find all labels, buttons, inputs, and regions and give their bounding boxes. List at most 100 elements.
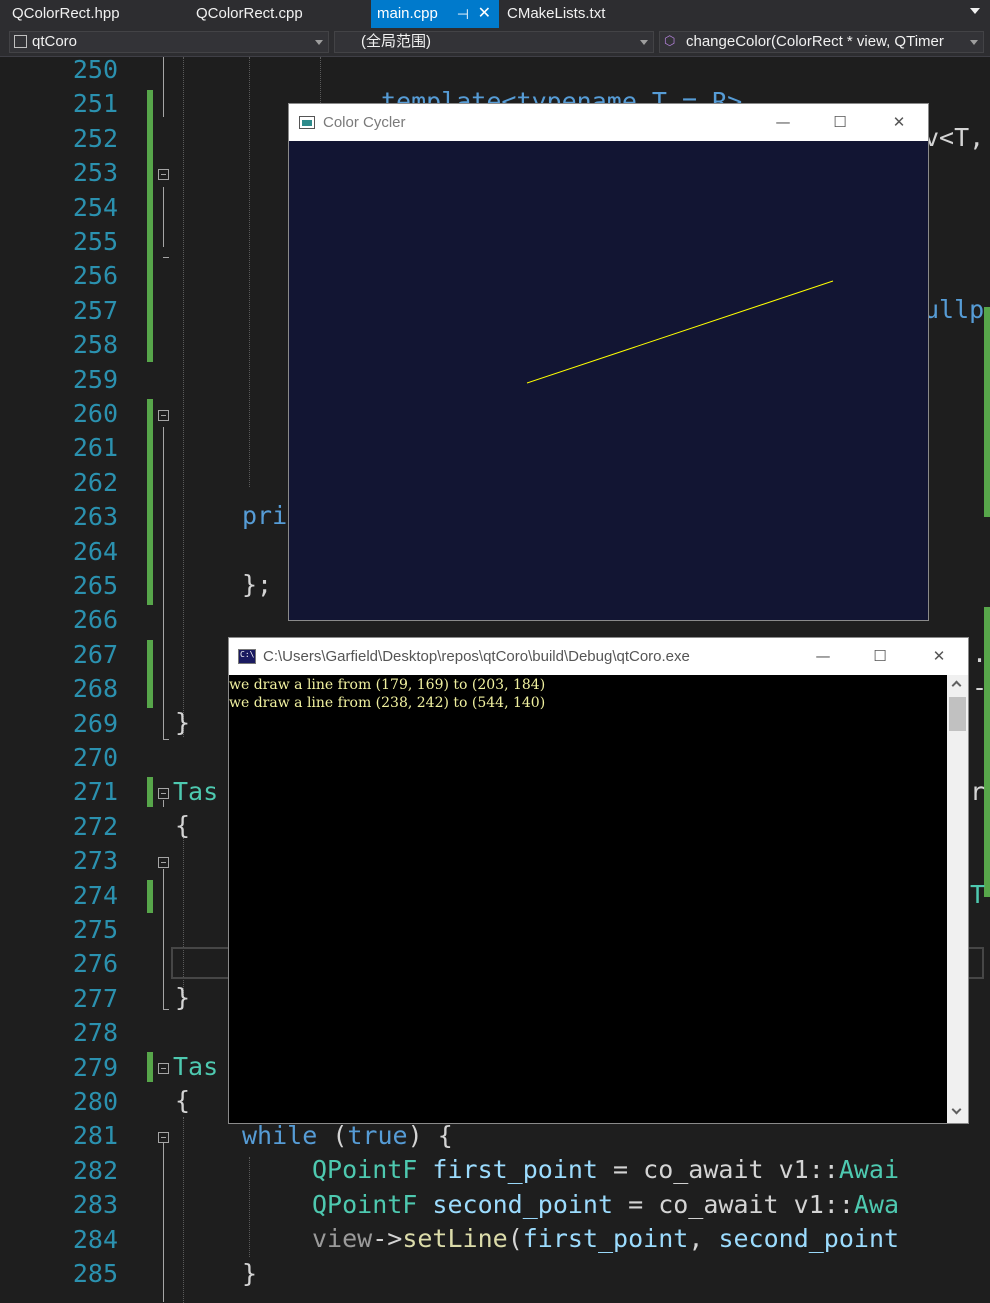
keyword-true: true bbox=[347, 1121, 408, 1150]
member-dropdown[interactable]: ⬡ changeColor(ColorRect * view, QTimer bbox=[659, 31, 984, 53]
outline-line bbox=[163, 869, 164, 1009]
fold-collapse-icon[interactable] bbox=[158, 788, 169, 799]
code-line-271: Tas bbox=[173, 777, 219, 806]
outline-hook bbox=[163, 1009, 169, 1010]
change-marker bbox=[147, 399, 153, 605]
outline-line bbox=[163, 1142, 164, 1302]
scope-dropdown[interactable]: (全局范围) bbox=[334, 31, 654, 53]
line-number: 257 bbox=[72, 295, 118, 325]
fold-collapse-icon[interactable] bbox=[158, 410, 169, 421]
tab-main-cpp[interactable]: main.cpp ⊣ ✕ bbox=[371, 0, 499, 28]
close-tab-icon[interactable]: ✕ bbox=[478, 0, 491, 28]
line-number: 277 bbox=[72, 983, 118, 1013]
code-line-277: } bbox=[175, 983, 191, 1012]
code-fragment: ( bbox=[317, 1121, 348, 1150]
type-name: Awai bbox=[838, 1155, 900, 1184]
scroll-down-arrow-icon[interactable] bbox=[947, 1103, 968, 1123]
minimize-button[interactable]: — bbox=[795, 638, 851, 675]
window-title: C:\Users\Garfield\Desktop\repos\qtCoro\b… bbox=[263, 648, 690, 665]
pin-icon[interactable]: ⊣ bbox=[457, 0, 469, 28]
outline-line bbox=[163, 427, 164, 739]
window-title-bar[interactable]: C:\Users\Garfield\Desktop\repos\qtCoro\b… bbox=[229, 638, 968, 675]
outline-hook bbox=[163, 257, 169, 258]
scroll-up-arrow-icon[interactable] bbox=[947, 675, 968, 695]
chevron-down-icon bbox=[640, 40, 648, 45]
code-line-282: QPointF first_point = co_await v1::Awai bbox=[312, 1153, 899, 1187]
line-number: 285 bbox=[72, 1259, 118, 1288]
operator: -> bbox=[372, 1224, 403, 1253]
outline-hook bbox=[163, 739, 169, 740]
code-line-257: ullp bbox=[924, 295, 985, 324]
close-button[interactable]: ✕ bbox=[911, 638, 967, 675]
tab-qcolorrect-hpp[interactable]: QColorRect.hpp bbox=[0, 0, 184, 28]
outline-line bbox=[163, 800, 164, 807]
code-line-268: - bbox=[972, 673, 988, 702]
drawn-line bbox=[526, 280, 834, 384]
code-line-283: QPointF second_point = co_await v1::Awa bbox=[312, 1188, 899, 1222]
tab-qcolorrect-cpp[interactable]: QColorRect.cpp bbox=[184, 0, 371, 28]
variable-name: second_point bbox=[718, 1224, 900, 1253]
fold-collapse-icon[interactable] bbox=[158, 857, 169, 868]
maximize-button[interactable]: ☐ bbox=[812, 104, 868, 141]
fold-collapse-icon[interactable] bbox=[158, 1132, 169, 1143]
line-number: 274 bbox=[72, 880, 118, 910]
console-app-icon bbox=[238, 649, 256, 664]
line-number: 279 bbox=[72, 1052, 118, 1082]
line-number: 278 bbox=[72, 1018, 118, 1048]
line-number: 266 bbox=[72, 605, 118, 635]
code-line-271-right: r bbox=[970, 777, 986, 806]
line-number: 264 bbox=[72, 536, 118, 566]
tab-overflow-dropdown-icon[interactable] bbox=[970, 8, 980, 14]
color-cycler-window[interactable]: Color Cycler — ☐ ✕ bbox=[288, 103, 929, 621]
scrollbar-thumb[interactable] bbox=[949, 697, 966, 731]
console-line: we draw a line from (238, 242) to (544, … bbox=[229, 695, 546, 711]
line-number: 276 bbox=[72, 949, 118, 979]
project-name: qtCoro bbox=[32, 33, 78, 50]
document-tab-bar: QColorRect.hpp QColorRect.cpp main.cpp ⊣… bbox=[0, 0, 990, 28]
operator: = bbox=[613, 1190, 659, 1219]
code-line-269: } bbox=[175, 708, 191, 737]
method-cube-icon: ⬡ bbox=[664, 33, 676, 48]
fold-collapse-icon[interactable] bbox=[158, 1063, 169, 1074]
console-line: we draw a line from (179, 169) to (203, … bbox=[229, 677, 546, 693]
line-number: 283 bbox=[72, 1190, 118, 1220]
keyword-co-await: co_await bbox=[643, 1155, 764, 1184]
chevron-down-icon bbox=[315, 40, 323, 45]
maximize-button[interactable]: ☐ bbox=[852, 638, 908, 675]
code-fragment: ) { bbox=[407, 1121, 453, 1150]
line-number: 275 bbox=[72, 915, 118, 944]
tab-label: QColorRect.cpp bbox=[196, 5, 303, 22]
code-line-284: view->setLine(first_point, second_point bbox=[312, 1222, 899, 1256]
line-number: 252 bbox=[72, 123, 118, 153]
close-button[interactable]: ✕ bbox=[871, 104, 927, 141]
project-dropdown[interactable]: qtCoro bbox=[9, 31, 329, 53]
line-number: 270 bbox=[72, 743, 118, 772]
tab-label: main.cpp bbox=[377, 5, 438, 22]
console-window[interactable]: C:\Users\Garfield\Desktop\repos\qtCoro\b… bbox=[228, 637, 969, 1124]
line-number: 281 bbox=[72, 1121, 118, 1151]
change-marker bbox=[147, 640, 153, 708]
outline-line bbox=[163, 57, 164, 117]
member-name: changeColor(ColorRect * view, QTimer bbox=[686, 33, 944, 50]
scope-name: (全局范围) bbox=[361, 33, 431, 50]
code-line-281: while (true) { bbox=[242, 1119, 453, 1153]
code-fragment: v<T, bbox=[924, 123, 985, 152]
vertical-scrollbar[interactable] bbox=[947, 675, 968, 1123]
minimize-button[interactable]: — bbox=[755, 104, 811, 141]
line-number: 256 bbox=[72, 261, 118, 291]
line-number: 250 bbox=[72, 55, 118, 84]
tab-cmakelists[interactable]: CMakeLists.txt bbox=[499, 0, 659, 28]
namespace: v1:: bbox=[763, 1155, 839, 1184]
change-marker bbox=[147, 880, 153, 913]
variable-name: view bbox=[312, 1224, 373, 1253]
change-marker bbox=[147, 777, 153, 807]
change-marker bbox=[147, 90, 153, 362]
code-line-280: { bbox=[175, 1086, 191, 1115]
window-title-bar[interactable]: Color Cycler — ☐ ✕ bbox=[289, 104, 928, 141]
navigation-bar: qtCoro (全局范围) ⬡ changeColor(ColorRect * … bbox=[0, 28, 990, 57]
function-name: setLine bbox=[402, 1224, 508, 1253]
operator: ( bbox=[507, 1224, 523, 1253]
fold-collapse-icon[interactable] bbox=[158, 169, 169, 180]
console-output[interactable]: we draw a line from (179, 169) to (203, … bbox=[229, 675, 947, 1123]
line-number: 258 bbox=[72, 330, 118, 360]
